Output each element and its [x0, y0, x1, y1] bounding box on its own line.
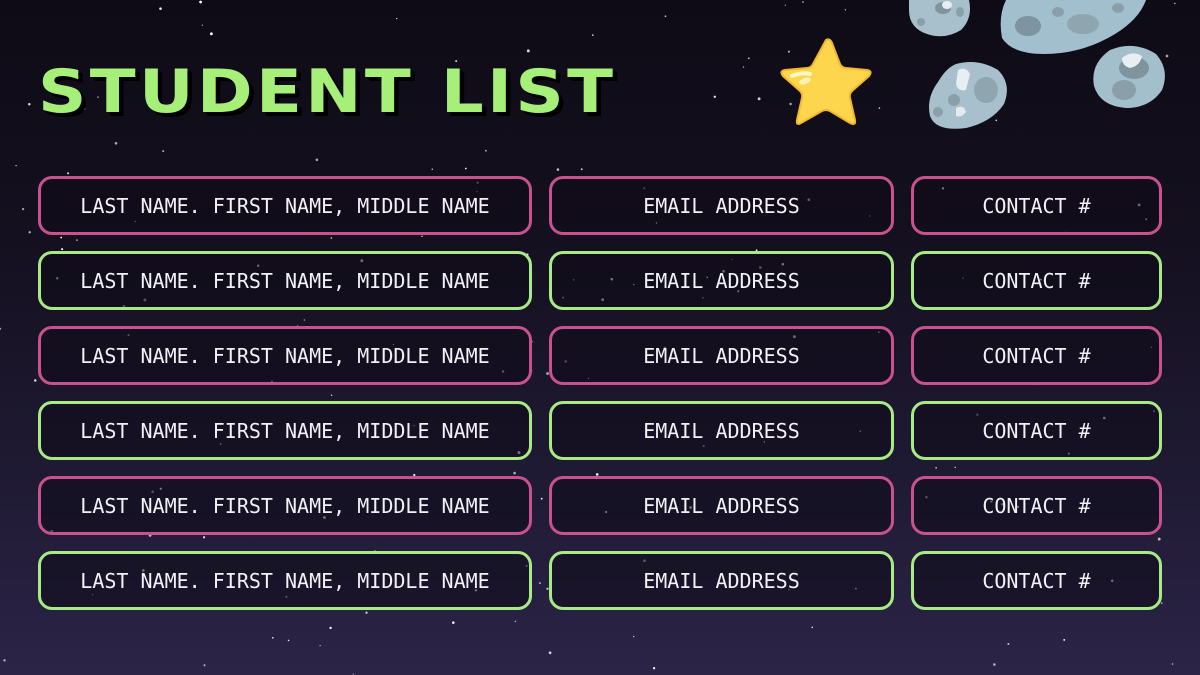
table-row: LAST NAME. FIRST NAME, MIDDLE NAME EMAIL… — [38, 176, 1162, 235]
background-star — [947, 91, 950, 93]
background-star — [1174, 2, 1176, 5]
background-star — [209, 32, 213, 36]
background-star — [1165, 54, 1169, 58]
background-star — [802, 1, 804, 3]
student-table: LAST NAME. FIRST NAME, MIDDLE NAME EMAIL… — [38, 176, 1162, 626]
name-field[interactable]: LAST NAME. FIRST NAME, MIDDLE NAME — [38, 401, 532, 460]
name-field[interactable]: LAST NAME. FIRST NAME, MIDDLE NAME — [38, 476, 532, 535]
page-title: STUDENT LIST — [38, 57, 617, 127]
email-field[interactable]: EMAIL ADDRESS — [549, 551, 894, 610]
background-star — [352, 673, 355, 675]
email-field[interactable]: EMAIL ADDRESS — [549, 176, 894, 235]
background-star — [1007, 642, 1010, 645]
background-star — [199, 0, 202, 4]
contact-field[interactable]: CONTACT # — [911, 476, 1162, 535]
contact-field[interactable]: CONTACT # — [911, 251, 1162, 310]
name-field[interactable]: LAST NAME. FIRST NAME, MIDDLE NAME — [38, 326, 532, 385]
background-star — [784, 4, 786, 6]
background-star — [664, 15, 667, 18]
background-star — [329, 626, 332, 630]
background-star — [993, 663, 996, 666]
background-star — [742, 66, 745, 68]
background-star — [15, 164, 17, 167]
email-field[interactable]: EMAIL ADDRESS — [549, 326, 894, 385]
table-row: LAST NAME. FIRST NAME, MIDDLE NAME EMAIL… — [38, 251, 1162, 310]
background-star — [995, 119, 998, 122]
background-star — [652, 667, 656, 670]
background-star — [580, 168, 583, 171]
background-star — [396, 17, 398, 20]
background-star — [464, 167, 467, 170]
background-star — [556, 168, 560, 171]
name-field[interactable]: LAST NAME. FIRST NAME, MIDDLE NAME — [38, 551, 532, 610]
background-star — [201, 24, 204, 26]
background-star — [319, 644, 321, 647]
table-row: LAST NAME. FIRST NAME, MIDDLE NAME EMAIL… — [38, 476, 1162, 535]
asteroid-icon — [1000, 0, 1146, 54]
background-star — [787, 50, 790, 53]
background-star — [431, 168, 434, 171]
background-star — [159, 7, 162, 10]
background-star — [811, 626, 814, 629]
background-star — [21, 207, 25, 211]
email-field[interactable]: EMAIL ADDRESS — [549, 401, 894, 460]
background-star — [789, 102, 792, 106]
background-star — [1139, 0, 1141, 3]
background-star — [34, 379, 37, 382]
email-field[interactable]: EMAIL ADDRESS — [549, 251, 894, 310]
background-star — [28, 231, 31, 234]
background-star — [203, 664, 206, 667]
background-star — [484, 149, 487, 152]
asteroid-icon — [929, 62, 1007, 129]
background-star — [315, 158, 319, 162]
contact-field[interactable]: CONTACT # — [911, 401, 1162, 460]
background-star — [878, 107, 881, 109]
asteroid-icon — [909, 0, 970, 37]
background-star — [747, 57, 750, 60]
background-star — [162, 150, 165, 153]
table-row: LAST NAME. FIRST NAME, MIDDLE NAME EMAIL… — [38, 551, 1162, 610]
table-row: LAST NAME. FIRST NAME, MIDDLE NAME EMAIL… — [38, 326, 1162, 385]
background-star — [757, 97, 761, 101]
table-row: LAST NAME. FIRST NAME, MIDDLE NAME EMAIL… — [38, 401, 1162, 460]
background-star — [526, 49, 530, 53]
background-star — [3, 659, 6, 662]
slide: STUDENT LIST LAST NAME. FIRST NAME, MIDD… — [0, 0, 1200, 675]
background-star — [844, 9, 847, 11]
name-field[interactable]: LAST NAME. FIRST NAME, MIDDLE NAME — [38, 176, 532, 235]
background-star — [1063, 638, 1066, 641]
contact-field[interactable]: CONTACT # — [911, 176, 1162, 235]
background-star — [287, 639, 290, 642]
background-star — [28, 103, 31, 106]
background-star — [548, 651, 552, 655]
background-star — [805, 105, 808, 108]
background-star — [67, 172, 70, 175]
contact-field[interactable]: CONTACT # — [911, 551, 1162, 610]
background-star — [114, 141, 118, 145]
background-star — [633, 635, 635, 638]
contact-field[interactable]: CONTACT # — [911, 326, 1162, 385]
background-star — [0, 327, 2, 330]
background-star — [1171, 663, 1174, 665]
email-field[interactable]: EMAIL ADDRESS — [549, 476, 894, 535]
name-field[interactable]: LAST NAME. FIRST NAME, MIDDLE NAME — [38, 251, 532, 310]
asteroid-icon — [1093, 45, 1165, 108]
background-star — [271, 636, 274, 639]
background-star — [713, 95, 717, 99]
star-icon — [780, 38, 872, 125]
background-star — [591, 34, 594, 36]
